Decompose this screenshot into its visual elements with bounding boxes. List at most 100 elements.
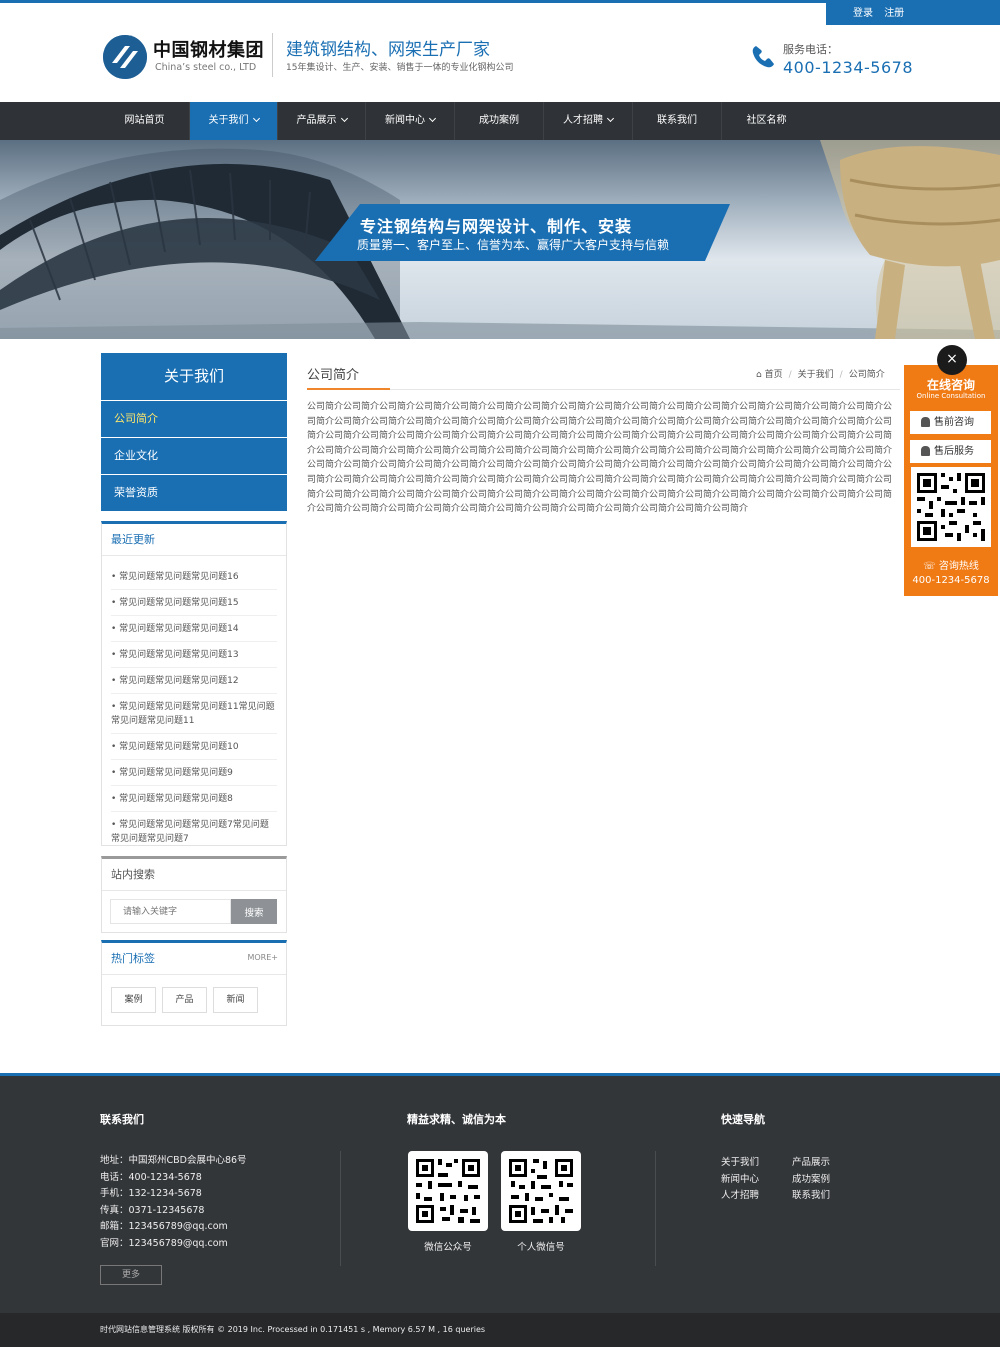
footer-link-jobs[interactable]: 人才招聘: [721, 1187, 759, 1201]
nav-item-news[interactable]: 新闻中心: [366, 102, 455, 140]
page-title: 公司简介: [307, 368, 360, 383]
site-footer: 联系我们 地址：中国郑州CBD会展中心86号 电话：400-1234-5678 …: [0, 1073, 1000, 1313]
title-accent: [307, 388, 390, 390]
tag-list: 案例 产品 新闻: [102, 975, 286, 1025]
recent-updates-title: 最近更新: [102, 524, 286, 556]
register-link[interactable]: 注册: [884, 8, 904, 19]
search-button[interactable]: 搜索: [231, 899, 277, 924]
recent-updates-box: 最近更新 • 常见问题常见问题常见问题16 • 常见问题常见问题常见问题15 •…: [101, 521, 287, 846]
nav-item-home[interactable]: 网站首页: [100, 102, 190, 140]
copyright-bar: 时代网站信息管理系统 版权所有 © 2019 Inc. Processed in…: [0, 1313, 1000, 1347]
recent-list: • 常见问题常见问题常见问题16 • 常见问题常见问题常见问题15 • 常见问题…: [102, 556, 286, 851]
list-item[interactable]: • 常见问题常见问题常见问题15: [111, 590, 277, 616]
list-item[interactable]: • 常见问题常见问题常见问题8: [111, 786, 277, 812]
login-link[interactable]: 登录: [853, 8, 873, 19]
qq-icon: [921, 446, 930, 456]
qq-icon: [921, 417, 930, 427]
chevron-down-icon: [428, 114, 437, 123]
list-item[interactable]: • 常见问题常见问题常见问题11常见问题常见问题常见问题11: [111, 694, 277, 734]
qr-caption-official: 微信公众号: [424, 1242, 472, 1253]
footer-link-news[interactable]: 新闻中心: [721, 1171, 759, 1185]
breadcrumb: ⌂ 首页 / 关于我们 / 公司简介: [756, 370, 885, 380]
contact-website: 官网：123456789@qq.com: [100, 1237, 228, 1249]
list-item[interactable]: • 常见问题常见问题常见问题13: [111, 642, 277, 668]
search-input[interactable]: [110, 899, 231, 924]
sidebar-item-culture[interactable]: 企业文化: [101, 437, 287, 474]
footer-divider: [655, 1151, 656, 1266]
nav-item-jobs[interactable]: 人才招聘: [544, 102, 633, 140]
tag-item[interactable]: 新闻: [213, 987, 258, 1013]
header-divider: [272, 33, 273, 77]
nav-item-contact[interactable]: 联系我们: [633, 102, 722, 140]
qr-code-icon: [911, 467, 991, 547]
service-label: 服务电话：: [783, 43, 838, 56]
consult-title: 在线咨询: [926, 378, 975, 392]
nav-item-cases[interactable]: 成功案例: [455, 102, 544, 140]
sidebar-menu: 关于我们 公司简介 企业文化 荣誉资质: [101, 353, 287, 511]
site-search-title: 站内搜索: [102, 859, 286, 891]
footer-middle-title: 精益求精、诚信为本: [407, 1113, 506, 1126]
list-item[interactable]: • 常见问题常见问题常见问题16: [111, 564, 277, 590]
hotline-label: ☏ 咨询热线: [923, 561, 979, 572]
list-item[interactable]: • 常见问题常见问题常见问题10: [111, 734, 277, 760]
close-icon[interactable]: ×: [937, 345, 967, 375]
online-consult-panel: 在线咨询 Online Consultation 售前咨询 售后服务 ☏ 咨询热…: [904, 365, 998, 596]
footer-link-products[interactable]: 产品展示: [792, 1154, 830, 1168]
footer-link-contact[interactable]: 联系我们: [792, 1187, 830, 1201]
main-nav: 网站首页 关于我们 产品展示 新闻中心 成功案例 人才招聘 联系我们 社区名称: [0, 102, 1000, 140]
service-number: 400-1234-5678: [783, 58, 914, 77]
site-search-box: 站内搜索 搜索: [101, 856, 287, 933]
sidebar-item-honors[interactable]: 荣誉资质: [101, 474, 287, 511]
chevron-down-icon: [340, 114, 348, 123]
list-item[interactable]: • 常见问题常见问题常见问题14: [111, 616, 277, 642]
hero-banner: 专注钢结构与网架设计、制作、安装 质量第一、客户至上、信誉为本、赢得广大客户支持…: [0, 140, 1000, 339]
contact-address: 地址：中国郑州CBD会展中心86号: [100, 1155, 247, 1166]
contact-mobile: 手机：132-1234-5678: [100, 1188, 202, 1200]
list-item[interactable]: • 常见问题常见问题常见问题12: [111, 668, 277, 694]
footer-divider: [340, 1151, 341, 1266]
tags-more-link[interactable]: MORE+: [247, 953, 278, 962]
login-bar: 登录 注册: [826, 3, 1000, 25]
breadcrumb-current: 公司简介: [848, 370, 885, 380]
sidebar-item-company-profile[interactable]: 公司简介: [101, 400, 287, 437]
footer-quicknav-title: 快速导航: [721, 1113, 765, 1126]
logo-subtext: China’s steel co., LTD: [155, 62, 257, 73]
hot-tags-box: 热门标签 MORE+ 案例 产品 新闻: [101, 940, 287, 1026]
search-row: 搜索: [102, 891, 286, 941]
logo-icon[interactable]: [103, 35, 147, 79]
footer-contact-info: 地址：中国郑州CBD会展中心86号 电话：400-1234-5678 手机：13…: [100, 1153, 247, 1253]
contact-phone: 电话：400-1234-5678: [100, 1171, 202, 1183]
nav-item-products[interactable]: 产品展示: [278, 102, 366, 140]
footer-more-button[interactable]: 更多: [100, 1265, 162, 1285]
nav-item-about[interactable]: 关于我们: [190, 102, 278, 140]
footer-link-about[interactable]: 关于我们: [721, 1154, 759, 1168]
qr-caption-personal: 个人微信号: [517, 1242, 565, 1253]
contact-email: 邮箱：123456789@qq.com: [100, 1221, 228, 1233]
header-slogan: 建筑钢结构、网架生产厂家: [286, 40, 490, 60]
footer-link-cases[interactable]: 成功案例: [792, 1171, 830, 1185]
nav-item-community[interactable]: 社区名称: [722, 102, 811, 140]
chevron-down-icon: [252, 114, 260, 123]
header-slogan-sub: 15年集设计、生产、安装、销售于一体的专业化钢构公司: [286, 63, 514, 73]
tag-item[interactable]: 案例: [111, 987, 156, 1013]
aftersale-button[interactable]: 售后服务: [910, 440, 991, 463]
list-item[interactable]: • 常见问题常见问题常见问题9: [111, 760, 277, 786]
breadcrumb-home[interactable]: 首页: [765, 370, 783, 380]
site-header: 中国钢材集团 China’s steel co., LTD 建筑钢结构、网架生产…: [0, 25, 1000, 102]
sidebar-heading: 关于我们: [101, 353, 287, 400]
banner-subtitle: 质量第一、客户至上、信誉为本、赢得广大客户支持与信赖: [357, 238, 670, 252]
logo-text[interactable]: 中国钢材集团: [153, 36, 264, 62]
presale-button[interactable]: 售前咨询: [910, 411, 991, 434]
qr-code-icon: [501, 1151, 581, 1231]
list-item[interactable]: • 常见问题常见问题常见问题7常见问题常见问题常见问题7: [111, 812, 277, 851]
phone-icon: [750, 44, 776, 74]
banner-title: 专注钢结构与网架设计、制作、安装: [360, 217, 633, 236]
consult-subtitle: Online Consultation: [916, 392, 986, 400]
breadcrumb-section[interactable]: 关于我们: [798, 370, 834, 380]
footer-contact-title: 联系我们: [100, 1113, 144, 1126]
hotline-number: 400-1234-5678: [912, 575, 990, 586]
tag-item[interactable]: 产品: [162, 987, 207, 1013]
title-divider: [307, 389, 900, 390]
article-body: 公司简介公司简介公司简介公司简介公司简介公司简介公司简介公司简介公司简介公司简介…: [307, 402, 893, 515]
chevron-down-icon: [606, 114, 615, 123]
